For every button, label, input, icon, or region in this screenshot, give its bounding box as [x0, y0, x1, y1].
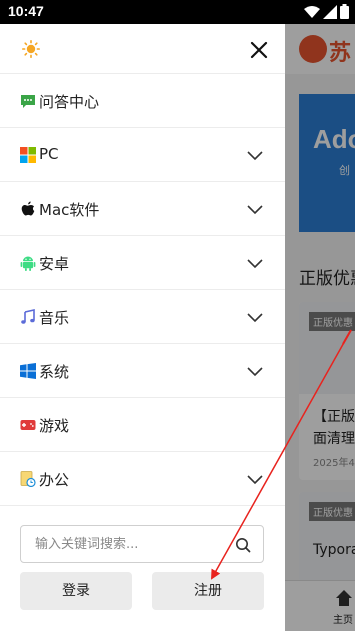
- menu-item-mac[interactable]: Mac软件: [0, 182, 285, 236]
- menu-item-system[interactable]: 系统: [0, 344, 285, 398]
- windows-icon: [20, 147, 36, 163]
- windows-logo-icon: [20, 363, 36, 379]
- menu-item-games[interactable]: 游戏: [0, 398, 285, 452]
- battery-icon: [340, 4, 349, 19]
- status-time: 10:47: [8, 3, 44, 19]
- wifi-icon: [304, 5, 320, 18]
- office-icon: [20, 471, 36, 487]
- menu-item-label: 游戏: [39, 417, 70, 435]
- search-icon[interactable]: [235, 537, 251, 553]
- menu-item-label: Mac软件: [39, 201, 100, 219]
- sun-icon[interactable]: [22, 40, 40, 58]
- register-button[interactable]: 注册: [152, 572, 264, 610]
- signal-icon: [323, 4, 337, 19]
- login-button[interactable]: 登录: [20, 572, 132, 610]
- chat-bubble-icon: [21, 95, 35, 108]
- menu-item-label: 问答中心: [39, 93, 100, 111]
- gamepad-icon: [20, 420, 36, 430]
- status-icons: [304, 4, 349, 19]
- menu-item-android[interactable]: 安卓: [0, 236, 285, 290]
- android-icon: [20, 256, 36, 271]
- menu-item-music[interactable]: 音乐: [0, 290, 285, 344]
- apple-icon: [21, 201, 35, 216]
- chevron-down-icon[interactable]: [247, 364, 263, 378]
- menu-item-label: 安卓: [39, 255, 70, 273]
- close-icon[interactable]: [247, 38, 271, 62]
- menu-item-qa[interactable]: 问答中心: [0, 74, 285, 128]
- chevron-down-icon[interactable]: [247, 148, 263, 162]
- music-note-icon: [21, 309, 35, 324]
- search-box: [20, 525, 264, 563]
- menu-item-label: PC: [39, 145, 59, 163]
- menu-item-label: 办公: [39, 471, 70, 489]
- menu-item-label: 系统: [39, 363, 70, 381]
- menu-item-office[interactable]: 办公: [0, 452, 285, 506]
- drawer-header: [0, 24, 285, 74]
- chevron-down-icon[interactable]: [247, 202, 263, 216]
- menu-item-label: 音乐: [39, 309, 70, 327]
- background-page: 苏 Ado 创 正版优惠 正版优惠 【正版特 面清理好 2025年4月 正版优惠…: [285, 24, 355, 631]
- chevron-down-icon[interactable]: [247, 256, 263, 270]
- overlay-scrim[interactable]: [285, 24, 355, 631]
- status-bar: 10:47: [0, 0, 355, 24]
- search-input[interactable]: [35, 534, 225, 554]
- chevron-down-icon[interactable]: [247, 472, 263, 486]
- chevron-down-icon[interactable]: [247, 310, 263, 324]
- side-drawer: 问答中心 PC Mac软件 安卓 音乐 系统 游戏 办公 输入关键词搜索... …: [0, 24, 285, 631]
- menu-item-pc[interactable]: PC: [0, 128, 285, 182]
